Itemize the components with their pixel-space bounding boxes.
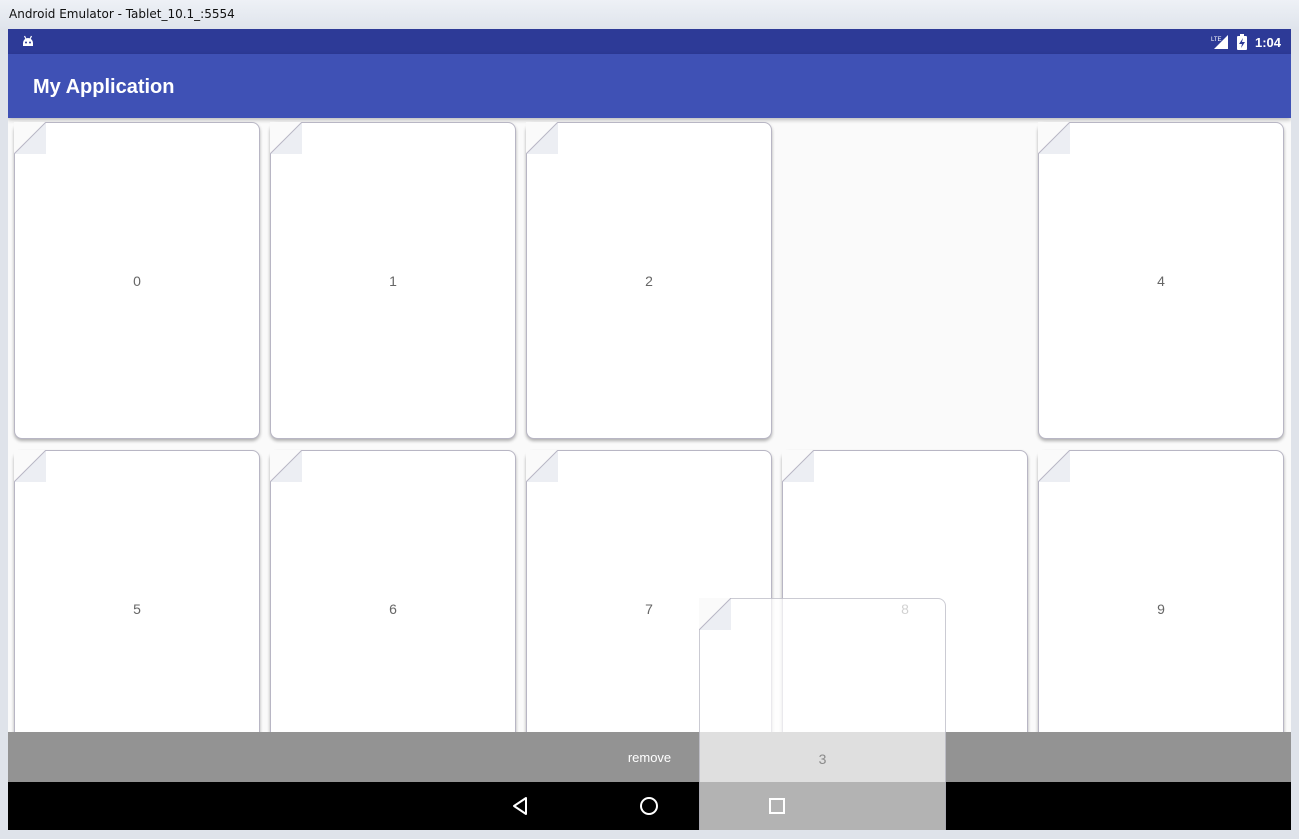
lte-label: LTE — [1211, 37, 1222, 43]
grid-card[interactable]: 2 — [526, 122, 772, 439]
page-fold-icon — [526, 122, 558, 154]
dragging-card-label: 3 — [818, 751, 827, 767]
page-fold-icon — [782, 450, 814, 482]
card-label: 2 — [645, 272, 653, 289]
status-time: 1:04 — [1254, 34, 1281, 50]
card-label: 5 — [133, 600, 141, 617]
battery-charging-icon — [1236, 34, 1247, 50]
page-fold-icon — [526, 450, 558, 482]
remove-label: remove — [627, 750, 672, 765]
window-frame-left — [0, 29, 8, 839]
android-debug-icon — [23, 35, 33, 46]
signal-icon: LTE — [1211, 35, 1228, 49]
window-frame-right — [1291, 29, 1299, 839]
dragging-card[interactable]: 3 — [699, 598, 946, 830]
page-fold-icon — [14, 450, 46, 482]
card-label: 6 — [389, 600, 397, 617]
card-label: 1 — [389, 272, 397, 289]
grid-card[interactable]: 6 — [270, 450, 516, 767]
status-bar: LTE 1:04 — [8, 29, 1291, 54]
device-screen: LTE 1:04 My Application 0 1 2 4 5 6 7 9 … — [8, 29, 1291, 830]
card-label: 4 — [1157, 272, 1165, 289]
navigation-bar — [8, 782, 1291, 830]
window-frame-bottom — [0, 830, 1299, 839]
emulator-title-bar[interactable]: Android Emulator - Tablet_10.1_:5554 — [0, 0, 1299, 30]
remove-drop-zone[interactable]: remove — [8, 732, 1291, 782]
card-label: 7 — [645, 600, 653, 617]
page-fold-icon — [270, 122, 302, 154]
card-label: 9 — [1157, 600, 1165, 617]
page-fold-icon — [699, 598, 731, 630]
emulator-window-title: Android Emulator - Tablet_10.1_:5554 — [9, 7, 235, 21]
grid-card[interactable]: 4 — [1038, 122, 1284, 439]
home-icon[interactable] — [637, 794, 661, 818]
app-title: My Application — [33, 76, 175, 98]
grid-card[interactable]: 0 — [14, 122, 260, 439]
status-indicators: LTE 1:04 — [1211, 32, 1281, 52]
back-icon[interactable] — [508, 794, 532, 818]
grid-card[interactable]: 5 — [14, 450, 260, 767]
page-fold-icon — [270, 450, 302, 482]
card-label: 0 — [133, 272, 141, 289]
page-fold-icon — [1038, 122, 1070, 154]
page-fold-icon — [14, 122, 46, 154]
grid-card[interactable]: 1 — [270, 122, 516, 439]
app-bar: My Application — [8, 54, 1291, 118]
grid-card[interactable]: 9 — [1038, 450, 1284, 767]
page-fold-icon — [1038, 450, 1070, 482]
